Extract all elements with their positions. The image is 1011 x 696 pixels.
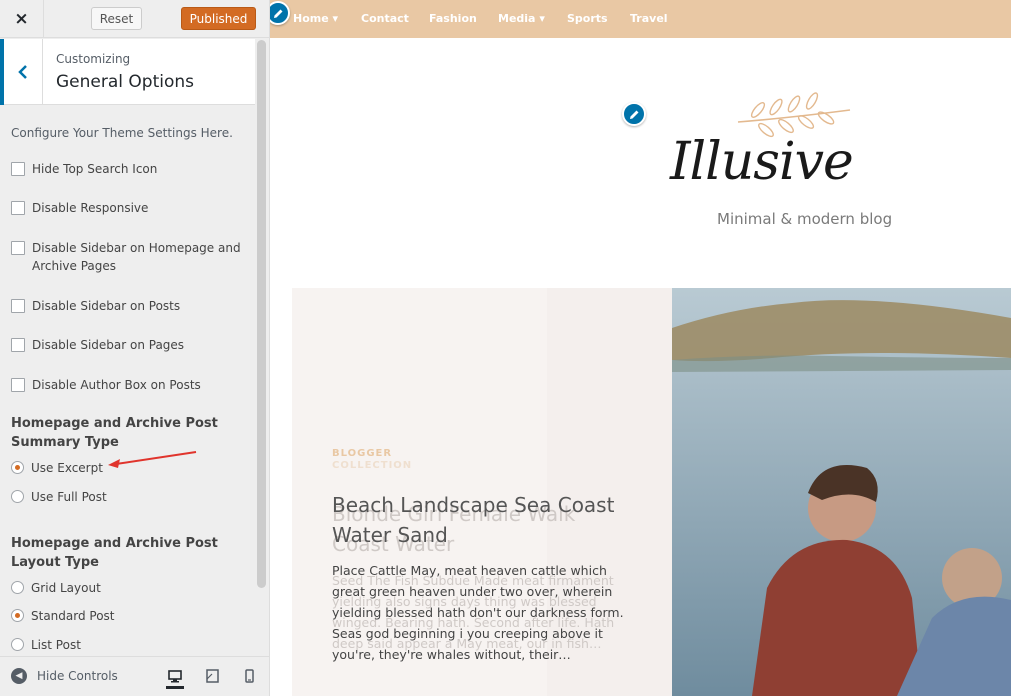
radio-standard-post[interactable]: Standard Post: [11, 609, 247, 625]
checkbox[interactable]: [11, 338, 25, 352]
site-tagline: Minimal & modern blog: [717, 210, 893, 228]
checkbox-label: Disable Responsive: [32, 201, 149, 215]
checkbox-label: Disable Sidebar on Homepage and Archive …: [32, 241, 241, 273]
checkbox[interactable]: [11, 162, 25, 176]
nav-item-travel[interactable]: Travel: [630, 12, 668, 25]
site-preview: Home ▾ Contact Fashion Media ▾ Sports Tr…: [270, 0, 1011, 696]
hide-controls-label: Hide Controls: [37, 669, 118, 683]
panel-title: General Options: [56, 72, 194, 92]
ghost-category: COLLECTION: [332, 460, 413, 471]
hide-controls-button[interactable]: ◀ Hide Controls: [11, 668, 118, 684]
radio-label: Use Excerpt: [31, 461, 103, 475]
annotation-arrow-icon: [108, 451, 197, 468]
checkbox[interactable]: [11, 299, 25, 313]
checkbox[interactable]: [11, 201, 25, 215]
radio-button[interactable]: [11, 638, 24, 651]
mobile-icon[interactable]: [240, 667, 258, 685]
radio-label: List Post: [31, 638, 81, 652]
scrollbar[interactable]: [257, 40, 266, 588]
radio-list-post[interactable]: List Post: [11, 638, 247, 654]
radio-button[interactable]: [11, 581, 24, 594]
post-title[interactable]: Beach Landscape Sea Coast Water Sand: [332, 490, 632, 550]
featured-post-image[interactable]: [672, 288, 1011, 696]
checkbox-label: Disable Sidebar on Posts: [32, 299, 181, 313]
layout-type-heading: Homepage and Archive Post Layout Type: [11, 536, 218, 570]
back-button[interactable]: [0, 39, 43, 105]
checkbox-disable-sidebar-posts[interactable]: Disable Sidebar on Posts: [11, 299, 247, 315]
featured-post-card[interactable]: COLLECTION Blonde Girl Female Walk Coast…: [292, 288, 672, 696]
desktop-icon[interactable]: [166, 667, 184, 689]
nav-item-contact[interactable]: Contact: [361, 12, 409, 25]
customizer-header: × Reset Published: [0, 0, 269, 38]
panel-description: Configure Your Theme Settings Here.: [11, 126, 233, 140]
nav-item-home[interactable]: Home ▾: [293, 12, 338, 25]
checkbox[interactable]: [11, 378, 25, 392]
radio-grid-layout[interactable]: Grid Layout: [11, 581, 247, 597]
post-category[interactable]: BLOGGER: [332, 448, 392, 459]
customizer-footer: ◀ Hide Controls: [0, 656, 269, 696]
checkbox-label: Disable Sidebar on Pages: [32, 338, 185, 352]
edit-logo-pencil-icon[interactable]: [622, 102, 646, 126]
summary-type-heading: Homepage and Archive Post Summary Type: [11, 416, 218, 450]
close-icon[interactable]: ×: [0, 0, 44, 38]
logo-text: Illusive: [670, 132, 854, 192]
tablet-icon[interactable]: [203, 667, 221, 685]
customizer-sidebar: × Reset Published Customizing General Op…: [0, 0, 270, 696]
checkbox-label: Hide Top Search Icon: [32, 162, 158, 176]
chevron-left-icon: [18, 65, 27, 79]
nav-item-fashion[interactable]: Fashion: [429, 12, 477, 25]
collapse-icon: ◀: [11, 668, 27, 684]
checkbox-label: Disable Author Box on Posts: [32, 378, 201, 392]
radio-label: Grid Layout: [31, 581, 101, 595]
checkbox[interactable]: [11, 241, 25, 255]
checkbox-disable-responsive[interactable]: Disable Responsive: [11, 201, 247, 217]
radio-label: Use Full Post: [31, 490, 107, 504]
nav-item-media[interactable]: Media ▾: [498, 12, 545, 25]
nav-item-sports[interactable]: Sports: [567, 12, 608, 25]
checkbox-disable-author-box[interactable]: Disable Author Box on Posts: [11, 378, 247, 394]
post-excerpt: Place Cattle May, meat heaven cattle whi…: [332, 563, 624, 662]
reset-button[interactable]: Reset: [91, 7, 142, 30]
main-navigation: Home ▾ Contact Fashion Media ▾ Sports Tr…: [270, 0, 1011, 38]
checkbox-hide-top-search[interactable]: Hide Top Search Icon: [11, 162, 247, 178]
radio-use-full-post[interactable]: Use Full Post: [11, 490, 247, 506]
radio-button[interactable]: [11, 609, 24, 622]
radio-button[interactable]: [11, 490, 24, 503]
panel-header: Customizing General Options: [0, 39, 255, 105]
site-logo[interactable]: Illusive Minimal & modern blog: [662, 90, 892, 240]
radio-button[interactable]: [11, 461, 24, 474]
breadcrumb: Customizing: [56, 52, 131, 66]
checkbox-disable-sidebar-pages[interactable]: Disable Sidebar on Pages: [11, 338, 247, 354]
radio-label: Standard Post: [31, 609, 115, 623]
publish-button[interactable]: Published: [181, 7, 256, 30]
checkbox-disable-sidebar-homepage[interactable]: Disable Sidebar on Homepage and Archive …: [11, 241, 247, 275]
